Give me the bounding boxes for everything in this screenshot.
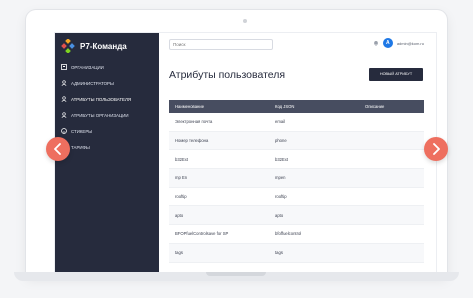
table-row[interactable]: b32Ext b32Ext <box>169 150 424 170</box>
sidebar-item-organizations[interactable]: Организации <box>61 59 157 75</box>
table-row[interactable]: apto apto <box>169 206 424 226</box>
sidebar-item-label: Администраторы <box>71 80 114 86</box>
cell-name: Электронная почта <box>175 119 213 125</box>
cell-name: rooftip <box>175 194 187 200</box>
sidebar-item-user-attributes[interactable]: Атрибуты пользователя <box>61 91 157 107</box>
laptop-notch <box>206 272 266 276</box>
table-body: Электронная почта email Номер телефона p… <box>169 113 424 263</box>
sidebar: Р7-Команда Организации Администраторы Ат… <box>55 33 159 273</box>
cell-code: email <box>275 119 286 125</box>
logo-icon <box>61 39 75 53</box>
table-row[interactable]: mp En mpen <box>169 169 424 188</box>
user-icon <box>61 112 67 118</box>
chevron-right-icon <box>433 143 440 155</box>
column-header[interactable]: Наименование <box>169 104 273 109</box>
sidebar-item-tariffs[interactable]: Тарифы <box>61 139 157 155</box>
emoji-icon <box>61 128 67 134</box>
sidebar-item-stickers[interactable]: Стикеры <box>61 123 157 139</box>
sidebar-item-label: Организации <box>71 64 104 70</box>
sidebar-item-label: Атрибуты организации <box>71 112 129 118</box>
building-icon <box>61 64 67 70</box>
table-row[interactable]: Электронная почта email <box>169 113 424 132</box>
column-header[interactable]: Описание <box>363 104 424 109</box>
carousel-next-button[interactable] <box>424 137 448 161</box>
column-header[interactable]: Код JSON <box>273 104 363 109</box>
cell-name: b32Ext <box>175 156 189 162</box>
app-name: Р7-Команда <box>80 41 127 51</box>
cell-code: apto <box>275 212 284 218</box>
avatar[interactable]: A <box>382 38 393 48</box>
attributes-table: Наименование Код JSON Описание Электронн… <box>169 100 424 263</box>
table-row[interactable]: tags tags <box>169 243 424 263</box>
table-row[interactable]: rooftip rooftip <box>169 188 424 207</box>
cell-name: mp En <box>175 175 188 181</box>
new-attribute-button[interactable]: Новый атрибут <box>369 68 423 81</box>
cell-code: phone <box>275 138 287 144</box>
user-email[interactable]: admin@kom.ru <box>397 41 424 46</box>
cell-code: rooftip <box>275 194 287 200</box>
table-header: Наименование Код JSON Описание <box>169 100 424 113</box>
cell-name: apto <box>175 212 184 218</box>
camera-icon <box>243 19 247 23</box>
sidebar-item-organization-attributes[interactable]: Атрибуты организации <box>61 107 157 123</box>
app-logo[interactable]: Р7-Команда <box>61 39 127 53</box>
bell-icon[interactable] <box>373 40 379 46</box>
cell-name: Номер телефона <box>175 138 209 144</box>
carousel-prev-button[interactable] <box>46 137 70 161</box>
table-row[interactable]: BFOPfuelControlsave for SP bfoffuelcontr… <box>169 225 424 244</box>
chevron-left-icon <box>54 143 61 155</box>
app-screen: Р7-Команда Организации Администраторы Ат… <box>54 32 437 274</box>
page-title: Атрибуты пользователя <box>169 69 286 81</box>
sidebar-nav: Организации Администраторы Атрибуты поль… <box>61 59 157 155</box>
user-icon <box>61 96 67 102</box>
cell-name: BFOPfuelControlsave for SP <box>175 231 229 237</box>
sidebar-item-label: Атрибуты пользователя <box>71 96 131 102</box>
sidebar-item-label: Тарифы <box>71 144 90 150</box>
cell-code: tags <box>275 250 283 256</box>
cell-code: b32Ext <box>275 156 289 162</box>
cell-code: mpen <box>275 175 286 181</box>
sidebar-item-label: Стикеры <box>71 128 93 134</box>
cell-code: bfoffuelcontrol <box>275 231 302 237</box>
user-menu: A admin@kom.ru <box>373 38 424 48</box>
main-content: A admin@kom.ru Атрибуты пользователя Нов… <box>159 33 436 273</box>
user-icon <box>61 80 67 86</box>
table-row[interactable]: Номер телефона phone <box>169 131 424 151</box>
search-input[interactable] <box>169 39 273 50</box>
sidebar-item-administrators[interactable]: Администраторы <box>61 75 157 91</box>
cell-name: tags <box>175 250 183 256</box>
